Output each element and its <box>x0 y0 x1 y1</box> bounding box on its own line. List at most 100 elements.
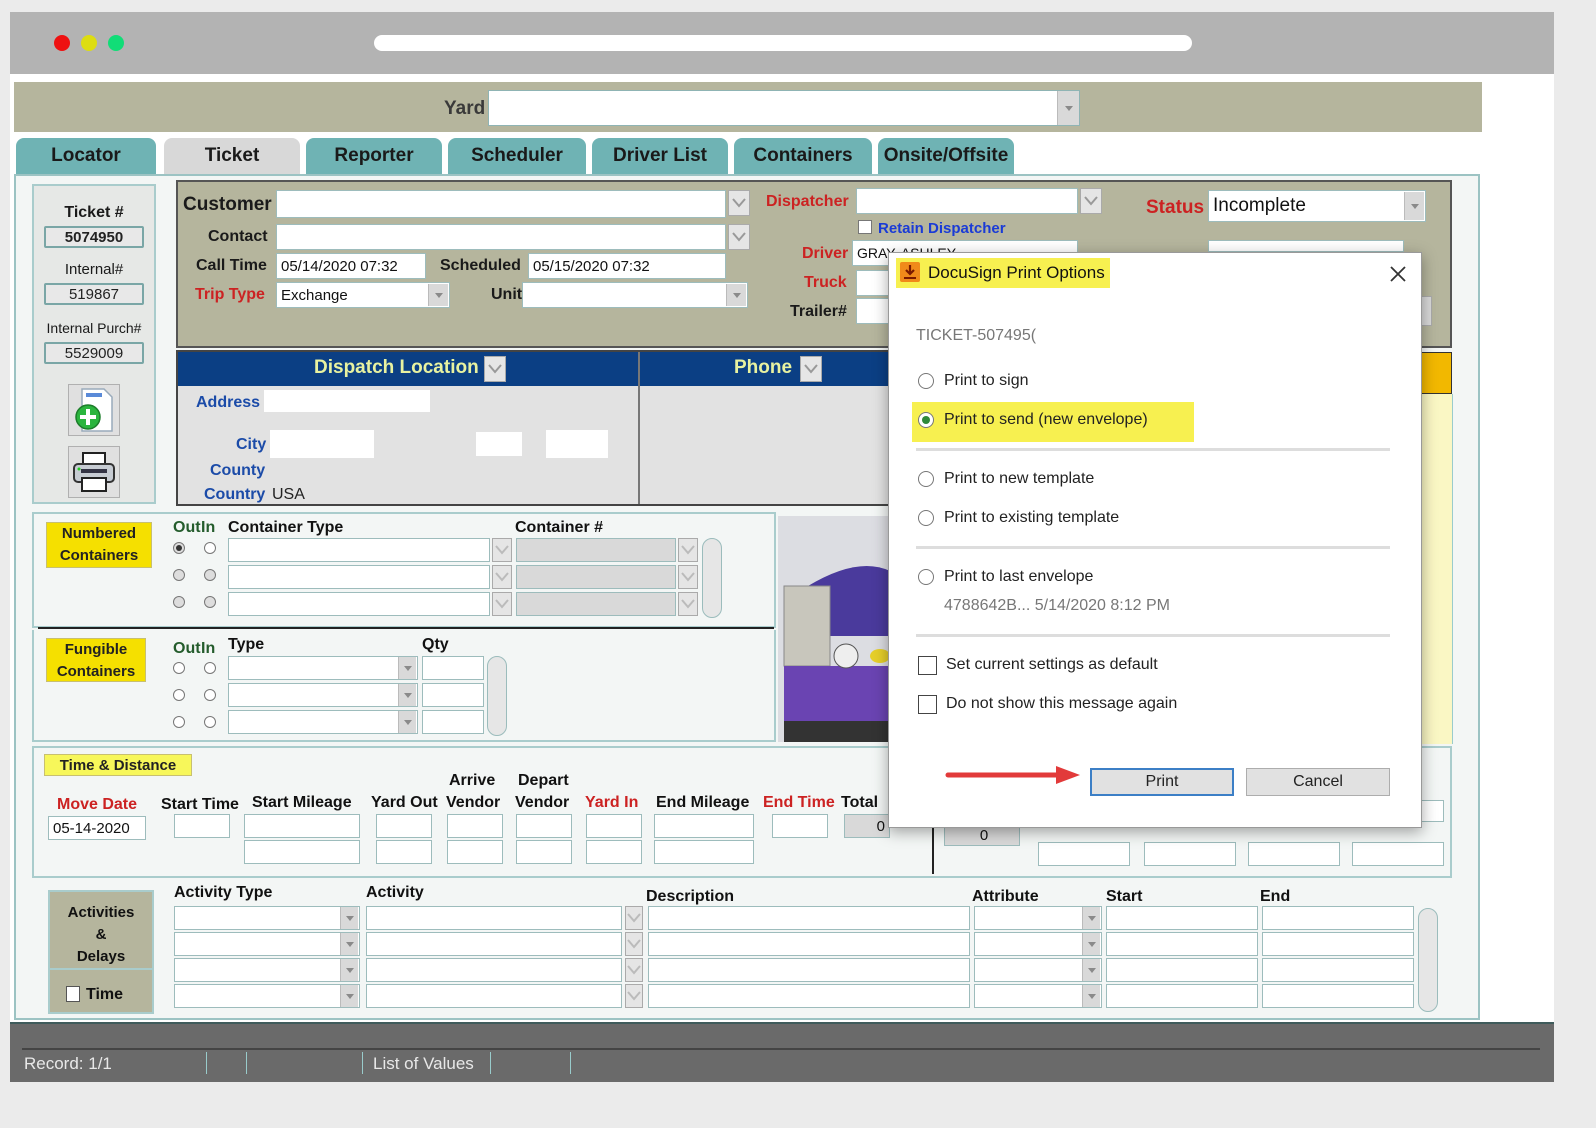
tab-reporter[interactable]: Reporter <box>306 138 442 174</box>
time-distance-input[interactable] <box>244 814 360 838</box>
conf-email-input[interactable] <box>1208 240 1404 252</box>
activity-end-input[interactable] <box>1262 932 1414 956</box>
fungible-qty-input[interactable] <box>422 710 484 734</box>
unit-dropdown-icon[interactable] <box>726 284 746 306</box>
activity-end-input[interactable] <box>1262 906 1414 930</box>
time-distance-input[interactable] <box>772 814 828 838</box>
activities-scrollbar[interactable] <box>1418 908 1438 1012</box>
activity-end-input[interactable] <box>1262 958 1414 982</box>
call-time-input[interactable]: 05/14/2020 07:32 <box>276 253 426 279</box>
print-to-send-radio[interactable] <box>918 412 934 428</box>
close-window-button[interactable] <box>54 35 70 51</box>
minimize-window-button[interactable] <box>81 35 97 51</box>
in-radio[interactable] <box>204 542 216 554</box>
td-extra-field[interactable] <box>1248 842 1340 866</box>
time-distance-input[interactable] <box>244 840 360 864</box>
time-distance-input[interactable] <box>376 840 432 864</box>
container-type-input[interactable] <box>228 592 490 616</box>
fungible-in-radio[interactable] <box>204 716 216 728</box>
customer-lov-button[interactable] <box>728 190 750 216</box>
activity-lov[interactable] <box>625 906 643 930</box>
activity-input[interactable] <box>366 932 622 956</box>
yard-dropdown-arrow-icon[interactable] <box>1057 91 1079 125</box>
container-number-input[interactable] <box>516 538 676 562</box>
fungible-in-radio[interactable] <box>204 662 216 674</box>
description-input[interactable] <box>648 906 970 930</box>
do-not-show-label[interactable]: Do not show this message again <box>946 695 1177 713</box>
attribute-dropdown-icon[interactable] <box>1082 907 1100 929</box>
activity-lov[interactable] <box>625 958 643 982</box>
time-distance-input[interactable] <box>516 840 572 864</box>
time-distance-input[interactable] <box>174 814 230 838</box>
description-input[interactable] <box>648 958 970 982</box>
time-distance-input[interactable] <box>586 814 642 838</box>
address-field[interactable] <box>264 390 430 412</box>
internal-number-field[interactable]: 519867 <box>44 283 144 305</box>
fungible-out-radio[interactable] <box>173 716 185 728</box>
activity-input[interactable] <box>366 958 622 982</box>
td-extra-field[interactable] <box>1420 800 1444 822</box>
container-number-input[interactable] <box>516 565 676 589</box>
fungible-type-select[interactable] <box>228 683 418 707</box>
contact-lov-button[interactable] <box>728 224 750 250</box>
fungible-qty-input[interactable] <box>422 683 484 707</box>
scheduled-input[interactable]: 05/15/2020 07:32 <box>528 253 726 279</box>
internal-purch-field[interactable]: 5529009 <box>44 342 144 364</box>
time-distance-input[interactable] <box>376 814 432 838</box>
tab-onsite-offsite[interactable]: Onsite/Offsite <box>878 138 1014 174</box>
activity-type-dropdown-icon[interactable] <box>340 959 358 981</box>
tab-locator[interactable]: Locator <box>16 138 156 174</box>
time-distance-input[interactable] <box>654 814 754 838</box>
attribute-dropdown-icon[interactable] <box>1082 959 1100 981</box>
fungible-in-radio[interactable] <box>204 689 216 701</box>
print-to-new-template-radio[interactable] <box>918 471 934 487</box>
print-to-existing-template-label[interactable]: Print to existing template <box>944 509 1119 527</box>
container-type-input[interactable] <box>228 565 490 589</box>
activity-lov[interactable] <box>625 932 643 956</box>
fungible-type-dropdown-icon[interactable] <box>398 684 416 706</box>
city-field[interactable] <box>270 430 374 458</box>
print-to-new-template-label[interactable]: Print to new template <box>944 470 1094 488</box>
in-radio[interactable] <box>204 596 216 608</box>
fungible-type-dropdown-icon[interactable] <box>398 657 416 679</box>
dialog-close-button[interactable] <box>1386 262 1410 286</box>
print-button[interactable]: Print <box>1090 768 1234 796</box>
yard-select[interactable] <box>488 90 1080 126</box>
td-extra-field[interactable] <box>1144 842 1236 866</box>
address-bar[interactable] <box>374 35 1192 51</box>
out-radio[interactable] <box>173 569 185 581</box>
container-type-lov[interactable] <box>492 565 512 589</box>
move-date-input[interactable]: 05-14-2020 <box>48 816 146 840</box>
set-default-checkbox[interactable] <box>918 656 937 675</box>
customer-input[interactable] <box>276 190 726 218</box>
tab-driver-list[interactable]: Driver List <box>592 138 728 174</box>
fungible-containers-scrollbar[interactable] <box>487 656 507 736</box>
dispatcher-lov-button[interactable] <box>1080 188 1102 214</box>
description-input[interactable] <box>648 984 970 1008</box>
container-number-lov[interactable] <box>678 538 698 562</box>
time-distance-input[interactable] <box>654 840 754 864</box>
phone-dropdown[interactable] <box>800 356 822 382</box>
td-extra-field[interactable] <box>1038 842 1130 866</box>
activity-type-select[interactable] <box>174 958 360 982</box>
time-distance-input[interactable] <box>586 840 642 864</box>
state-field[interactable] <box>476 432 522 456</box>
out-radio[interactable] <box>173 596 185 608</box>
fungible-qty-input[interactable] <box>422 656 484 680</box>
fungible-type-select[interactable] <box>228 710 418 734</box>
in-radio[interactable] <box>204 569 216 581</box>
cancel-button[interactable]: Cancel <box>1246 768 1390 796</box>
do-not-show-checkbox[interactable] <box>918 695 937 714</box>
retain-dispatcher-checkbox[interactable] <box>858 220 872 234</box>
activity-start-input[interactable] <box>1106 932 1258 956</box>
time-distance-input[interactable] <box>447 840 503 864</box>
activity-start-input[interactable] <box>1106 984 1258 1008</box>
activity-type-select[interactable] <box>174 984 360 1008</box>
print-to-last-envelope-label[interactable]: Print to last envelope <box>944 568 1093 586</box>
ticket-number-field[interactable]: 5074950 <box>44 226 144 248</box>
time-distance-input[interactable] <box>447 814 503 838</box>
unit-select[interactable] <box>522 282 748 308</box>
td-extra-field[interactable] <box>1352 842 1444 866</box>
set-default-label[interactable]: Set current settings as default <box>946 656 1158 674</box>
description-input[interactable] <box>648 932 970 956</box>
